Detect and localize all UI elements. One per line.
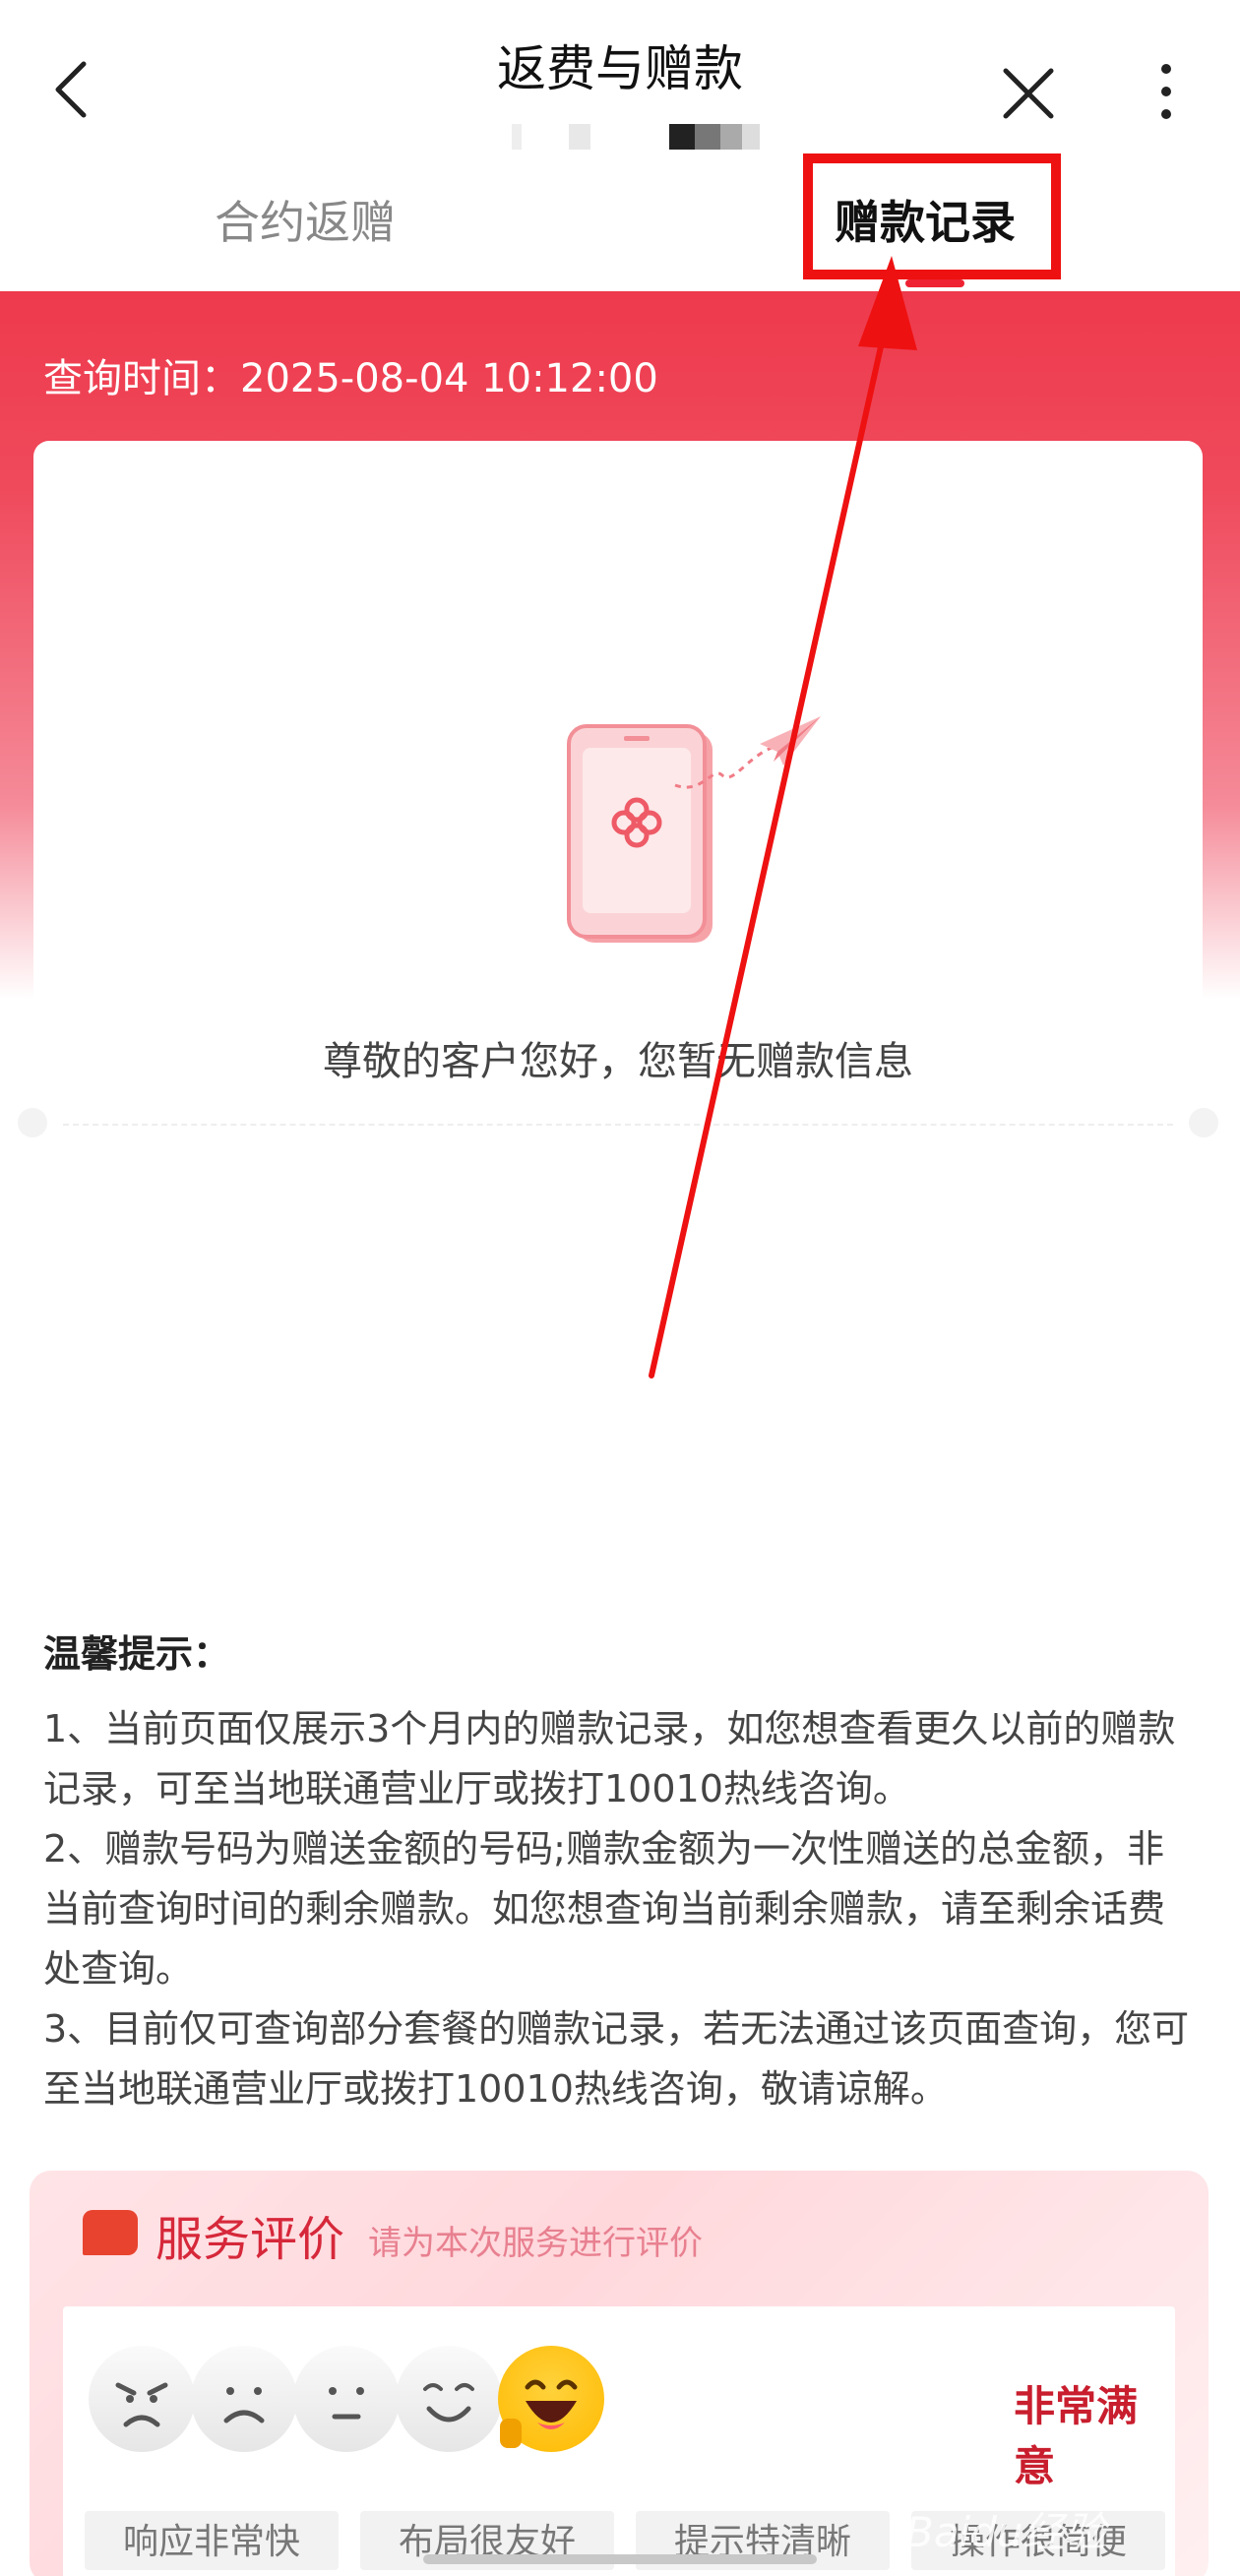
more-button[interactable]	[1151, 59, 1181, 128]
query-time-value: 2025-08-04 10:12:00	[240, 356, 658, 401]
watermark: Baidu经验	[905, 2508, 1106, 2556]
query-time: 查询时间：2025-08-04 10:12:00	[43, 346, 658, 403]
card-divider	[63, 1124, 1173, 1126]
query-time-label: 查询时间：	[43, 356, 240, 401]
tips-item: 2、赠款号码为赠送金额的号码;赠款金额为一次性赠送的总金额，非当前查询时间的剩余…	[43, 1827, 1166, 1991]
close-icon	[1003, 68, 1054, 119]
masked-phone-number	[512, 116, 768, 150]
close-button[interactable]	[994, 59, 1063, 128]
smile-face-icon[interactable]	[396, 2346, 502, 2452]
tips-item: 3、目前仅可查询部分套餐的赠款记录，若无法通过该页面查询，您可至当地联通营业厅或…	[43, 2007, 1190, 2111]
rating-tag[interactable]: 响应非常快	[85, 2511, 339, 2570]
top-bar: 返费与赠款 合约返赠 赠款记录	[0, 0, 1240, 287]
annotation-highlight-box	[803, 153, 1061, 279]
rating-title: 服务评价	[155, 2212, 345, 2267]
tips-item: 1、当前页面仅展示3个月内的赠款记录，如您想查看更久以前的赠款记录，可至当地联通…	[43, 1707, 1176, 1810]
rating-hint: 请为本次服务进行评价	[368, 2224, 703, 2263]
more-vertical-icon	[1161, 64, 1171, 119]
very-happy-face-icon[interactable]	[498, 2346, 604, 2452]
empty-state-illustration	[526, 697, 840, 952]
home-indicator	[423, 2554, 817, 2564]
chat-bubble-icon	[83, 2210, 138, 2255]
tab-contract-rebate[interactable]: 合约返赠	[215, 187, 396, 252]
sad-face-icon[interactable]	[191, 2346, 297, 2452]
empty-state-message: 尊敬的客户您好，您暂无赠款信息	[323, 1039, 913, 1084]
active-tab-indicator	[905, 279, 964, 287]
card-notch-right	[1189, 1108, 1218, 1137]
neutral-face-icon[interactable]	[293, 2346, 400, 2452]
tips-section: 温馨提示： 1、当前页面仅展示3个月内的赠款记录，如您想查看更久以前的赠款记录，…	[43, 1624, 1195, 2119]
tips-title: 温馨提示：	[43, 1632, 231, 1676]
card-notch-left	[18, 1108, 47, 1137]
angry-face-icon[interactable]	[89, 2346, 195, 2452]
rating-selected-label: 非常满意	[1014, 2382, 1139, 2490]
records-card: 尊敬的客户您好，您暂无赠款信息	[18, 441, 1218, 1580]
